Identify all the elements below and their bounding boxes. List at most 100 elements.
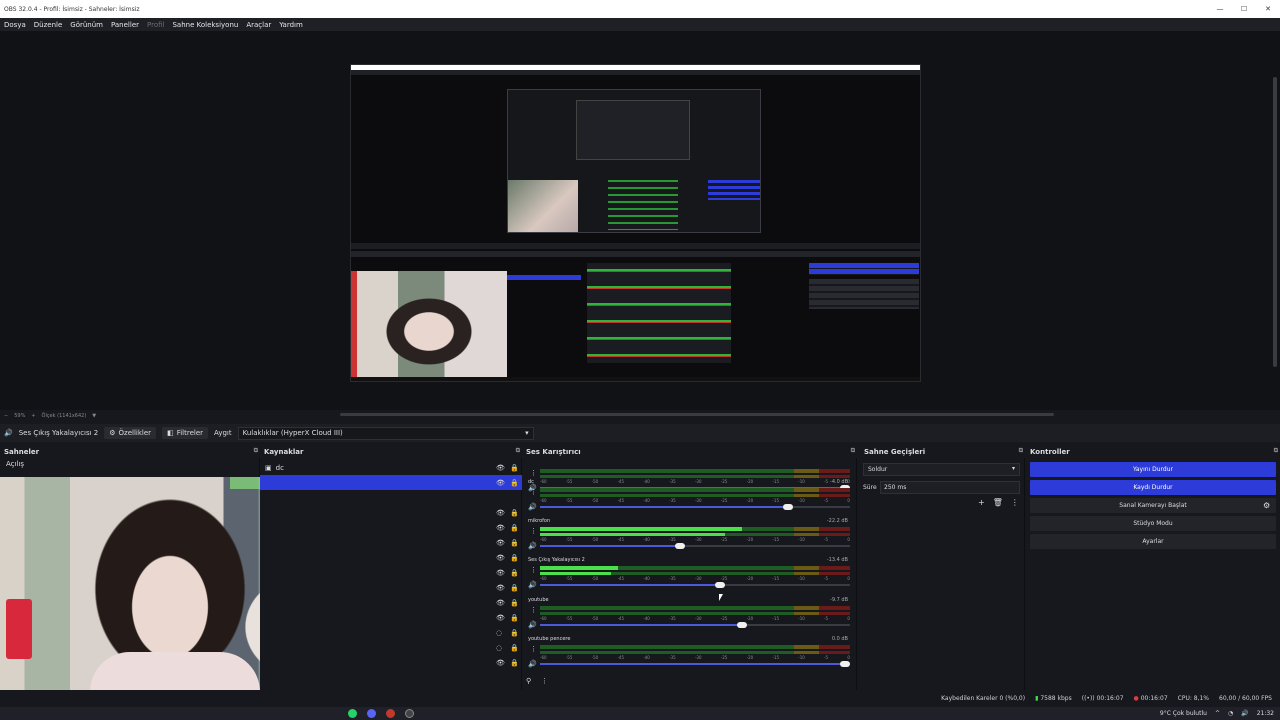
add-icon[interactable]: +: [978, 498, 985, 507]
menu-sahne-koleksiyonu[interactable]: Sahne Koleksiyonu: [172, 21, 238, 29]
wifi-icon[interactable]: ◔: [1228, 710, 1233, 717]
zoom-dropdown-icon[interactable]: ▼: [92, 413, 96, 419]
menu-dosya[interactable]: Dosya: [4, 21, 26, 29]
more-icon[interactable]: ⋮: [530, 606, 537, 614]
preview-canvas[interactable]: [350, 64, 921, 382]
eye-icon[interactable]: 👁: [496, 554, 505, 562]
volume-slider[interactable]: [540, 622, 850, 628]
trash-icon[interactable]: 🗑: [993, 498, 1003, 507]
source-row[interactable]: 👁 🔒: [260, 655, 522, 670]
preview-vertical-scrollbar[interactable]: [1273, 77, 1277, 367]
volume-icon[interactable]: 🔊: [1241, 710, 1248, 717]
lock-icon[interactable]: 🔒: [510, 524, 519, 532]
volume-slider[interactable]: [540, 504, 850, 510]
menu-araclar[interactable]: Araçlar: [246, 21, 271, 29]
lock-icon[interactable]: 🔒: [510, 629, 519, 637]
app-icon[interactable]: [386, 709, 395, 718]
eye-icon[interactable]: 👁: [496, 614, 505, 622]
maximize-button[interactable]: ☐: [1232, 0, 1256, 18]
lock-icon[interactable]: 🔒: [510, 584, 519, 592]
eye-icon[interactable]: 👁: [496, 464, 505, 472]
eye-icon[interactable]: 👁: [496, 524, 505, 532]
speaker-icon[interactable]: 🔊: [528, 581, 537, 589]
eye-hidden-icon[interactable]: ◌: [496, 629, 502, 637]
menu-gorunum[interactable]: Görünüm: [70, 21, 103, 29]
more-icon[interactable]: ⋮: [530, 469, 537, 477]
zoom-plus-icon[interactable]: +: [31, 413, 35, 419]
device-select[interactable]: Kulaklıklar (HyperX Cloud III) ▾: [237, 426, 534, 440]
lock-icon[interactable]: 🔒: [510, 644, 519, 652]
more-icon[interactable]: ⋮: [530, 488, 537, 496]
gear-icon[interactable]: ⚙: [1263, 501, 1270, 510]
filters-button[interactable]: ◧ Filtreler: [162, 427, 208, 439]
source-row[interactable]: ◌ 🔒: [260, 640, 522, 655]
menu-paneller[interactable]: Paneller: [111, 21, 139, 29]
lock-icon[interactable]: 🔒: [510, 509, 519, 517]
volume-slider[interactable]: [540, 543, 850, 549]
more-icon[interactable]: ⋮: [541, 677, 548, 685]
lock-icon[interactable]: 🔒: [510, 479, 519, 487]
lock-icon[interactable]: 🔒: [510, 659, 519, 667]
link-icon[interactable]: ⚲: [526, 677, 531, 685]
undock-icon[interactable]: ⧉: [516, 447, 520, 455]
stop-recording-button[interactable]: Kaydı Durdur: [1030, 480, 1276, 495]
lock-icon[interactable]: 🔒: [510, 569, 519, 577]
obs-icon[interactable]: [405, 709, 414, 718]
clock[interactable]: 21:32: [1257, 710, 1274, 717]
studio-mode-button[interactable]: Stüdyo Modu: [1030, 516, 1276, 531]
whatsapp-icon[interactable]: [348, 709, 357, 718]
volume-slider[interactable]: [540, 582, 850, 588]
volume-knob[interactable]: [783, 504, 793, 510]
lock-icon[interactable]: 🔒: [510, 539, 519, 547]
lock-icon[interactable]: 🔒: [510, 614, 519, 622]
more-icon[interactable]: ⋮: [1011, 498, 1019, 507]
lock-icon[interactable]: 🔒: [510, 554, 519, 562]
lock-icon[interactable]: 🔒: [510, 599, 519, 607]
source-row-selected[interactable]: 👁 🔒: [260, 475, 522, 490]
menu-profil[interactable]: Profil: [147, 21, 164, 29]
source-row[interactable]: 👁 🔒: [260, 580, 522, 595]
source-row[interactable]: 👁 🔒: [260, 610, 522, 625]
duration-input[interactable]: 250 ms: [880, 481, 1020, 494]
undock-icon[interactable]: ⧉: [1019, 447, 1023, 455]
volume-knob[interactable]: [736, 622, 747, 628]
source-row[interactable]: 👁 🔒: [260, 505, 522, 520]
source-row[interactable]: 👁 🔒: [260, 520, 522, 535]
source-row[interactable]: 👁 🔒: [260, 565, 522, 580]
menu-yardim[interactable]: Yardım: [279, 21, 303, 29]
tray-chevron-icon[interactable]: ^: [1215, 710, 1220, 717]
properties-button[interactable]: ⚙ Özellikler: [104, 427, 157, 439]
lock-icon[interactable]: 🔒: [510, 464, 519, 472]
eye-icon[interactable]: 👁: [496, 584, 505, 592]
source-row[interactable]: ◌ 🔒: [260, 625, 522, 640]
scene-item[interactable]: Açılış: [0, 458, 259, 470]
zoom-minus-icon[interactable]: −: [4, 413, 8, 419]
preview-area[interactable]: [0, 31, 1280, 410]
more-icon[interactable]: ⋮: [530, 645, 537, 653]
eye-icon[interactable]: 👁: [496, 479, 505, 487]
speaker-icon[interactable]: 🔊: [528, 621, 537, 629]
eye-icon[interactable]: 👁: [496, 599, 505, 607]
source-row[interactable]: 👁 🔒: [260, 550, 522, 565]
discord-icon[interactable]: [367, 709, 376, 718]
source-row[interactable]: ▣ dc 👁 🔒: [260, 460, 522, 475]
volume-slider[interactable]: [540, 661, 850, 667]
close-button[interactable]: ✕: [1256, 0, 1280, 18]
source-row[interactable]: 👁 🔒: [260, 535, 522, 550]
volume-knob[interactable]: [714, 582, 725, 588]
more-icon[interactable]: ⋮: [530, 566, 537, 574]
eye-icon[interactable]: 👁: [496, 659, 505, 667]
weather[interactable]: 9°C Çok bulutlu: [1160, 710, 1207, 717]
speaker-icon[interactable]: 🔊: [528, 503, 537, 511]
eye-icon[interactable]: 👁: [496, 509, 505, 517]
speaker-icon[interactable]: 🔊: [528, 542, 537, 550]
source-row[interactable]: 👁 🔒: [260, 595, 522, 610]
menu-duzenle[interactable]: Düzenle: [34, 21, 63, 29]
stop-streaming-button[interactable]: Yayını Durdur: [1030, 462, 1276, 477]
eye-icon[interactable]: 👁: [496, 539, 505, 547]
undock-icon[interactable]: ⧉: [254, 447, 258, 455]
eye-hidden-icon[interactable]: ◌: [496, 644, 502, 652]
undock-icon[interactable]: ⧉: [1274, 447, 1278, 455]
more-icon[interactable]: ⋮: [530, 527, 537, 535]
eye-icon[interactable]: 👁: [496, 569, 505, 577]
